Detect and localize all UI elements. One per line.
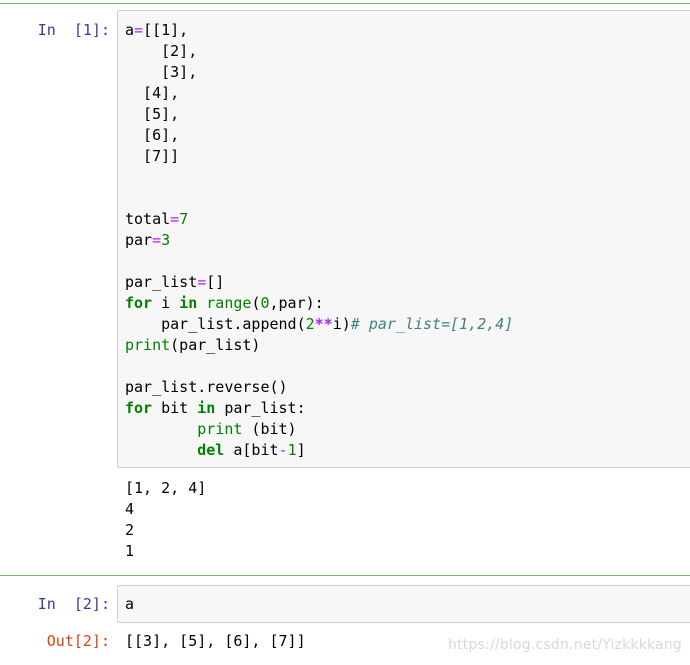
- cell-output: [[3], [5], [6], [7]]: [125, 631, 306, 652]
- code-token: (bit): [242, 420, 297, 438]
- code-token: -: [278, 441, 288, 459]
- code-token: [4],: [125, 84, 180, 102]
- code-token: a: [125, 21, 135, 39]
- code-line: par_list=[]: [125, 273, 224, 291]
- code-token: range: [206, 294, 252, 312]
- code-token: par: [125, 231, 153, 249]
- code-token: [7]]: [125, 147, 180, 165]
- code-token: in: [179, 294, 198, 312]
- code-line: print (bit): [125, 420, 297, 438]
- code-token: print: [197, 420, 243, 438]
- code-line: par=3: [125, 231, 170, 249]
- code-token: par_list.reverse(): [125, 378, 288, 396]
- code-token: =: [152, 231, 162, 249]
- code-line: total=7: [125, 210, 188, 228]
- code-line: [6],: [125, 126, 179, 144]
- code-input-area[interactable]: [117, 585, 690, 623]
- code-token: bit: [152, 399, 198, 417]
- code-token: ]: [296, 441, 306, 459]
- code-token: []: [206, 273, 225, 291]
- code-line: print(par_list): [125, 336, 260, 354]
- code-token: =: [134, 21, 144, 39]
- code-token: 2: [305, 315, 315, 333]
- code-token: del: [197, 441, 225, 459]
- code-editor[interactable]: a=[[1], [2], [3], [4], [5], [6], [7]] to…: [125, 20, 513, 461]
- output-line: [1, 2, 4]: [125, 479, 207, 497]
- code-token: ,par):: [269, 294, 324, 312]
- code-token: (par_list): [170, 336, 261, 354]
- output-line: 1: [125, 542, 135, 560]
- code-token: [6],: [125, 126, 180, 144]
- code-token: 0: [260, 294, 270, 312]
- code-line: [5],: [125, 105, 179, 123]
- code-line: par_list.reverse(): [125, 378, 288, 396]
- code-token: par_list:: [215, 399, 306, 417]
- code-line: [2],: [125, 42, 197, 60]
- code-token: 1: [287, 441, 297, 459]
- code-token: [2],: [125, 42, 198, 60]
- code-token: a[bit: [224, 441, 279, 459]
- code-token: 7: [179, 210, 189, 228]
- code-token: i: [152, 294, 180, 312]
- code-token: i): [332, 315, 351, 333]
- code-editor[interactable]: a: [125, 594, 134, 615]
- output-line: 2: [125, 521, 135, 539]
- code-token: =: [170, 210, 180, 228]
- cell-separator: [0, 575, 690, 576]
- code-line: a=[[1],: [125, 21, 188, 39]
- code-token: [5],: [125, 105, 180, 123]
- code-line: a: [125, 595, 134, 613]
- code-token: [3],: [125, 63, 198, 81]
- code-token: in: [197, 399, 216, 417]
- output-line: [[3], [5], [6], [7]]: [125, 632, 306, 650]
- code-token: total: [125, 210, 171, 228]
- code-token: **: [314, 315, 333, 333]
- code-line: [7]]: [125, 147, 179, 165]
- code-line: par_list.append(2**i)# par_list=[1,2,4]: [125, 315, 513, 333]
- output-line: 4: [125, 500, 135, 518]
- watermark: https://blog.csdn.net/Yizkkkkang: [448, 637, 682, 653]
- code-token: a: [125, 595, 135, 613]
- input-prompt: In [2]:: [37, 595, 110, 613]
- code-token: par_list.append(: [125, 315, 306, 333]
- code-token: par_list: [125, 273, 198, 291]
- code-comment: # par_list=[1,2,4]: [350, 315, 514, 333]
- code-token: =: [197, 273, 207, 291]
- code-token: for: [125, 294, 153, 312]
- code-line: [4],: [125, 84, 179, 102]
- code-line: for i in range(0,par):: [125, 294, 324, 312]
- code-line: for bit in par_list:: [125, 399, 306, 417]
- cell-output: [1, 2, 4] 4 2 1: [125, 478, 206, 562]
- output-prompt: Out[2]:: [46, 632, 110, 650]
- code-line: [3],: [125, 63, 197, 81]
- code-token: for: [125, 399, 153, 417]
- code-line: del a[bit-1]: [125, 441, 306, 459]
- code-token: print: [125, 336, 171, 354]
- code-token: [[1],: [143, 21, 189, 39]
- cell-top-border: [0, 3, 690, 4]
- input-prompt: In [1]:: [37, 21, 110, 39]
- code-token: 3: [161, 231, 171, 249]
